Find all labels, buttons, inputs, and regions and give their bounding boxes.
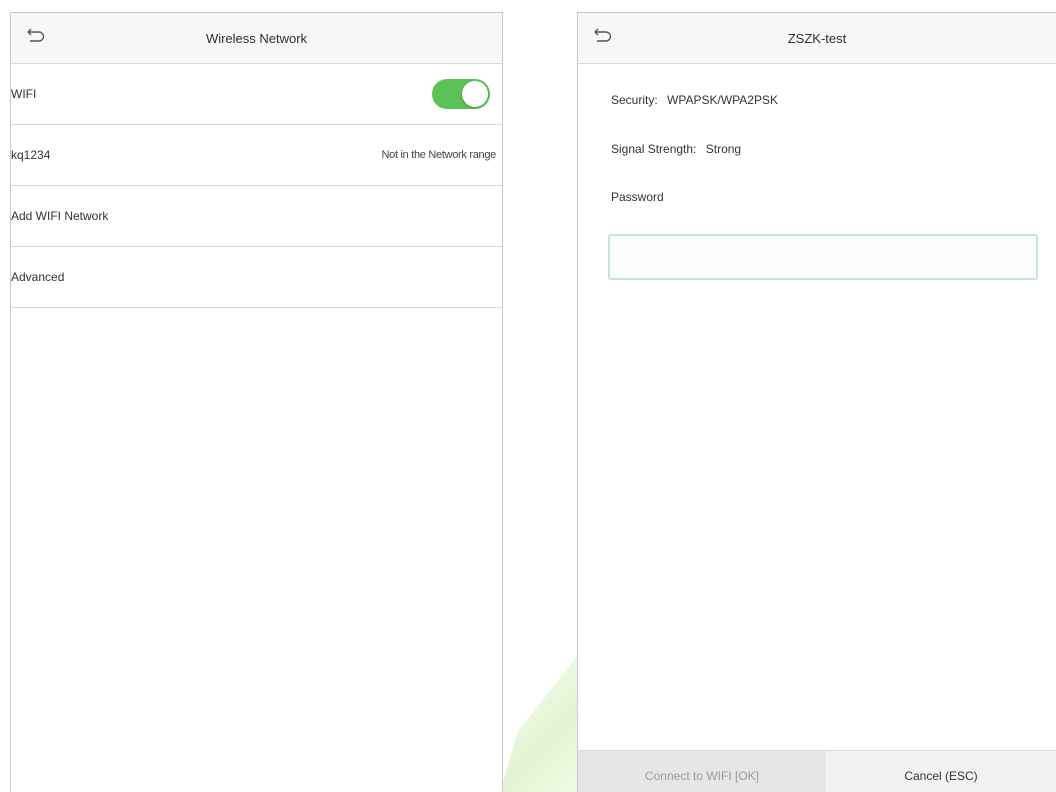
password-label: Password [611,190,664,204]
wireless-network-panel: Wireless Network WIFI kq1234 Not in the … [10,12,503,792]
cancel-button[interactable]: Cancel (ESC) [826,751,1056,792]
signal-strength-line: Signal Strength: Strong [611,142,741,156]
page-title: Wireless Network [205,30,308,46]
title-bar: Wireless Network [11,13,502,64]
add-wifi-network-label: Add WIFI Network [11,209,109,223]
wifi-toggle[interactable] [432,79,490,109]
signal-strength-label: Signal Strength: [611,142,697,156]
advanced-item[interactable]: Advanced [11,247,502,308]
wifi-toggle-row[interactable]: WIFI [11,64,502,125]
back-arrow-icon[interactable] [25,27,45,47]
toggle-knob [462,81,488,107]
security-label: Security: [611,93,658,107]
security-line: Security: WPAPSK/WPA2PSK [611,93,778,107]
title-bar: ZSZK-test [578,13,1056,64]
connect-to-wifi-button[interactable]: Connect to WIFI [OK] [578,751,826,792]
network-item-kq1234[interactable]: kq1234 Not in the Network range [11,125,502,186]
network-detail-panel: ZSZK-test Security: WPAPSK/WPA2PSK Signa… [577,12,1056,792]
network-title: ZSZK-test [787,30,847,46]
back-arrow-icon[interactable] [592,27,612,47]
screen: Wireless Network WIFI kq1234 Not in the … [0,0,1056,792]
add-wifi-network-item[interactable]: Add WIFI Network [11,186,502,247]
advanced-label: Advanced [11,270,65,284]
password-input[interactable] [608,234,1038,280]
network-status: Not in the Network range [381,149,497,161]
action-bar: Connect to WIFI [OK] Cancel (ESC) [578,750,1056,792]
wifi-label: WIFI [11,87,37,101]
security-value: WPAPSK/WPA2PSK [667,93,778,107]
network-name: kq1234 [11,148,51,162]
signal-strength-value: Strong [705,142,742,156]
